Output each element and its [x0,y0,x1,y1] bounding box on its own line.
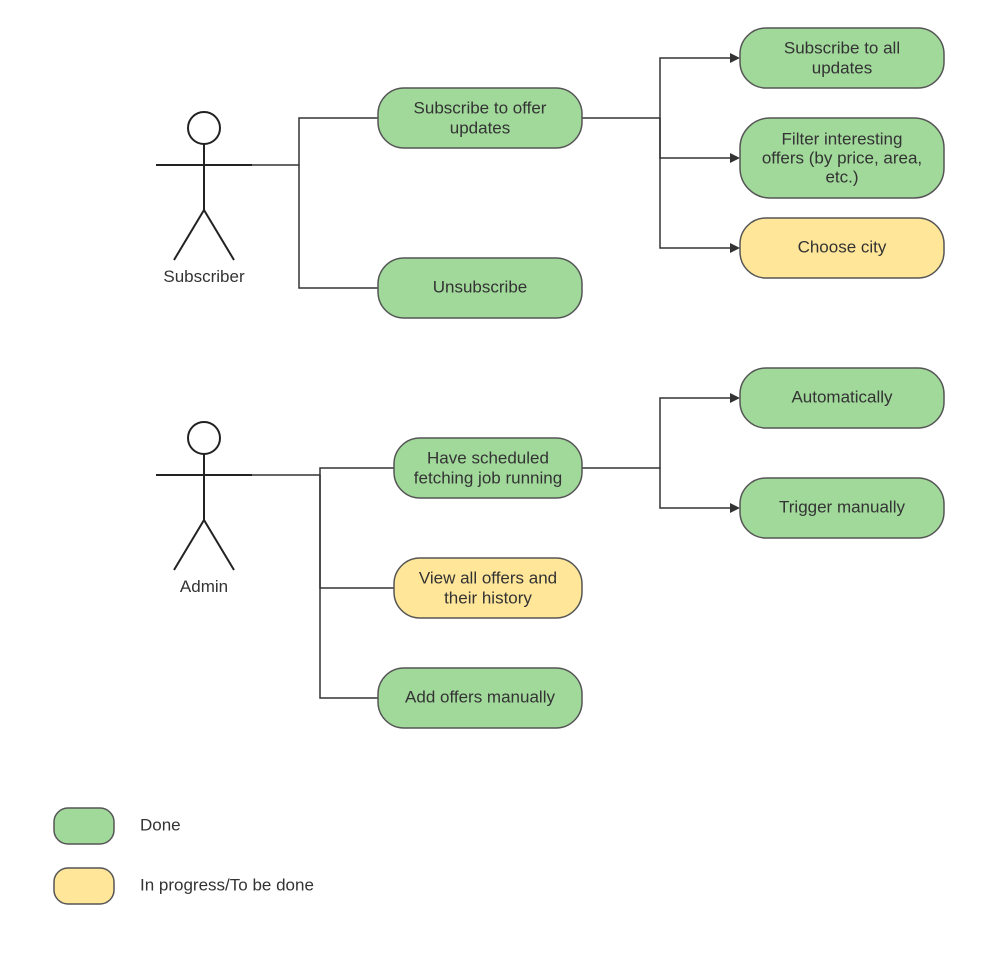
legend-label-done: Done [140,815,181,834]
usecase-filter-offers-label3: etc.) [825,167,858,186]
legend-swatch-todo [54,868,114,904]
usecase-scheduled-job-label1: Have scheduled [427,448,549,467]
usecase-view-history-label2: their history [444,588,532,607]
usecase-add-manually-label: Add offers manually [405,687,555,706]
arrow-subscribe-all [730,53,740,63]
actor-admin-label: Admin [180,577,228,596]
usecase-automatically-label: Automatically [791,387,893,406]
edge-admin-scheduled [252,468,394,475]
usecase-subscribe-updates-label2: updates [450,118,511,137]
edge-manual [660,468,730,508]
usecase-unsubscribe-label: Unsubscribe [433,277,528,296]
usecase-filter-offers-label1: Filter interesting [782,129,903,148]
usecase-view-history-label1: View all offers and [419,568,557,587]
edge-choose-city [660,118,730,248]
arrow-choose-city [730,243,740,253]
edge-subscriber-subscribe [252,118,378,165]
usecase-subscribe-all-label2: updates [812,58,873,77]
usecase-filter-offers-label2: offers (by price, area, [762,148,922,167]
usecase-subscribe-all-label1: Subscribe to all [784,38,900,57]
arrow-auto [730,393,740,403]
usecase-choose-city-label: Choose city [798,237,887,256]
legend-label-todo: In progress/To be done [140,875,314,894]
actor-subscriber-label: Subscriber [163,267,245,286]
arrow-filter-offers [730,153,740,163]
edge-filter-offers [660,118,730,158]
actor-admin [156,422,252,570]
edge-subscribe-all [582,58,730,118]
arrow-manual [730,503,740,513]
actor-subscriber [156,112,252,260]
edge-admin-viewhistory [320,475,394,588]
usecase-subscribe-updates-label1: Subscribe to offer [414,98,547,117]
edge-auto [582,398,730,468]
usecase-trigger-manually-label: Trigger manually [779,497,905,516]
legend-swatch-done [54,808,114,844]
edge-subscriber-unsubscribe [299,165,378,288]
usecase-scheduled-job-label2: fetching job running [414,468,562,487]
edge-admin-addmanual [320,475,378,698]
